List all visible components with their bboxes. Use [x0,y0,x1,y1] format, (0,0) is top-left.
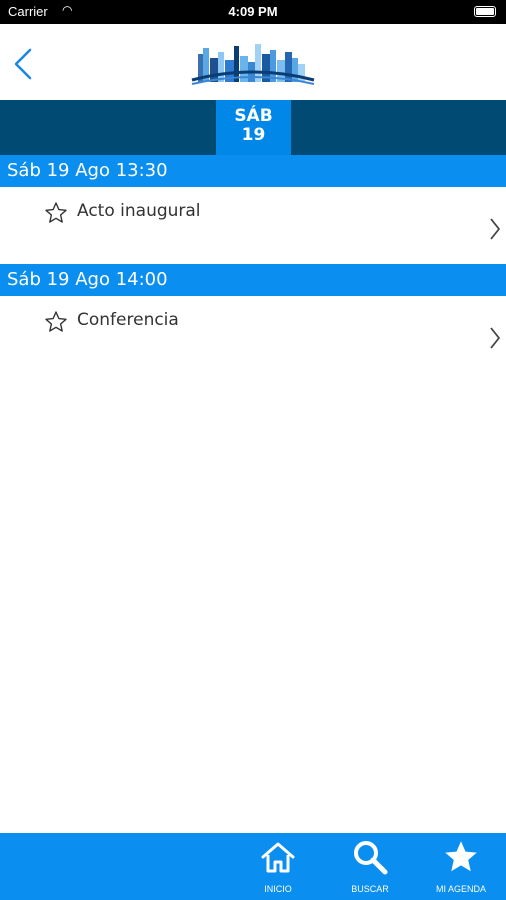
chevron-right-icon [490,327,500,349]
section-header: Sáb 19 Ago 14:00 [0,264,506,296]
battery-icon [474,6,496,17]
star-icon [445,841,477,872]
day-tab-weekday: SÁB [234,106,273,126]
back-button[interactable] [8,44,42,84]
tab-bar: INICIO BUSCAR MI AGENDA [0,833,506,900]
tab-label: INICIO [264,884,292,894]
chevron-left-icon [14,48,32,80]
event-row[interactable]: Conferencia [0,296,506,373]
section-header: Sáb 19 Ago 13:30 [0,155,506,187]
search-icon [354,841,388,875]
nav-bar [0,24,506,100]
tab-mi-agenda[interactable]: MI AGENDA [429,833,493,900]
star-outline-icon[interactable] [44,310,68,334]
clock-label: 4:09 PM [228,4,278,19]
event-title: Acto inaugural [77,201,201,221]
day-selector: SÁB 19 [0,100,506,155]
chevron-right-icon [490,218,500,240]
day-tab-selected[interactable]: SÁB 19 [216,100,291,155]
tab-inicio[interactable]: INICIO [246,833,310,900]
tab-label: BUSCAR [351,884,389,894]
home-icon [261,842,295,873]
event-title: Conferencia [77,310,179,330]
city-skyline-logo [191,44,315,85]
star-outline-icon[interactable] [44,201,68,225]
status-bar: Carrier ◠ 4:09 PM [0,0,506,24]
tab-buscar[interactable]: BUSCAR [338,833,402,900]
tab-label: MI AGENDA [435,884,486,894]
day-tab-day: 19 [241,125,266,145]
event-row[interactable]: Acto inaugural [0,187,506,264]
